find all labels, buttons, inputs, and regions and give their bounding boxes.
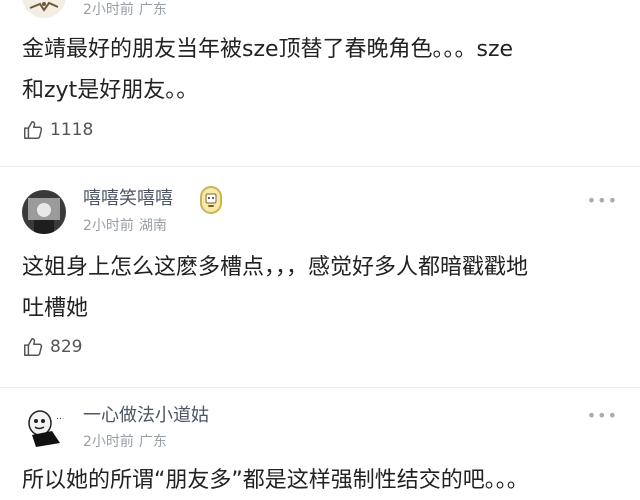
- comment-meta: 2小时前 广东: [83, 433, 167, 451]
- comment-text-line: 所以她的所谓“朋友多”都是这样强制性结交的吧。。。: [22, 468, 529, 493]
- avatar[interactable]: …: [22, 407, 66, 451]
- thumbs-up-icon: [24, 121, 43, 139]
- avatar[interactable]: [22, 190, 66, 234]
- cartoon-badge-icon: [200, 186, 222, 214]
- comment-item: 嘻嘻笑嘻嘻 ••• 2小时前 湖南 这姐身上怎么这麽多槽点，，，感觉好多人都暗戳戳…: [0, 166, 640, 387]
- like-count: 1118: [50, 120, 94, 140]
- comment-time: 2小时前: [83, 218, 134, 234]
- comment-location: 广东: [138, 434, 167, 450]
- thumbs-up-icon: [24, 338, 43, 356]
- avatar[interactable]: [22, 0, 66, 18]
- like-button[interactable]: 829: [22, 335, 82, 359]
- comment-meta: 2小时前 湖南: [83, 217, 167, 235]
- comment-item: 2小时前 广东 金靖最好的朋友当年被sze顶替了春晚角色。。。sze 和zyt是好…: [0, 0, 640, 166]
- comment-location: 湖南: [138, 218, 167, 234]
- comment-text: 所以她的所谓“朋友多”都是这样强制性结交的吧。。。: [22, 460, 622, 500]
- comment-text: 这姐身上怎么这麽多槽点，，，感觉好多人都暗戳戳地 吐槽她: [22, 247, 622, 329]
- username[interactable]: 嘻嘻笑嘻嘻: [83, 188, 173, 210]
- avatar-image: [22, 190, 66, 234]
- username[interactable]: 一心做法小道姑: [83, 405, 209, 427]
- more-options-button[interactable]: •••: [587, 193, 618, 209]
- badge-face-icon: [205, 193, 217, 207]
- like-button[interactable]: 1118: [22, 118, 93, 142]
- comment-feed: 2小时前 广东 金靖最好的朋友当年被sze顶替了春晚角色。。。sze 和zyt是好…: [0, 0, 640, 500]
- comment-text-line: 这姐身上怎么这麽多槽点，，，感觉好多人都暗戳戳地: [22, 255, 529, 280]
- comment-time: 2小时前: [83, 2, 134, 18]
- comment-location: 广东: [138, 2, 167, 18]
- comment-text-line: 金靖最好的朋友当年被sze顶替了春晚角色。。。sze: [22, 37, 514, 62]
- svg-text:…: …: [56, 412, 65, 422]
- comment-text: 金靖最好的朋友当年被sze顶替了春晚角色。。。sze 和zyt是好朋友。。: [22, 29, 622, 111]
- like-count: 829: [50, 337, 83, 357]
- comment-meta: 2小时前 广东: [83, 1, 167, 19]
- avatar-image: [22, 0, 66, 18]
- comment-time: 2小时前: [83, 434, 134, 450]
- comment-item: … 一心做法小道姑 ••• 2小时前 广东 所以她的所谓“朋友多”都是这样强制性结…: [0, 387, 640, 500]
- avatar-image: …: [22, 407, 66, 451]
- comment-text-line: 吐槽她: [22, 296, 89, 321]
- comment-text-line: 和zyt是好朋友。。: [22, 78, 199, 103]
- more-options-button[interactable]: •••: [587, 408, 618, 424]
